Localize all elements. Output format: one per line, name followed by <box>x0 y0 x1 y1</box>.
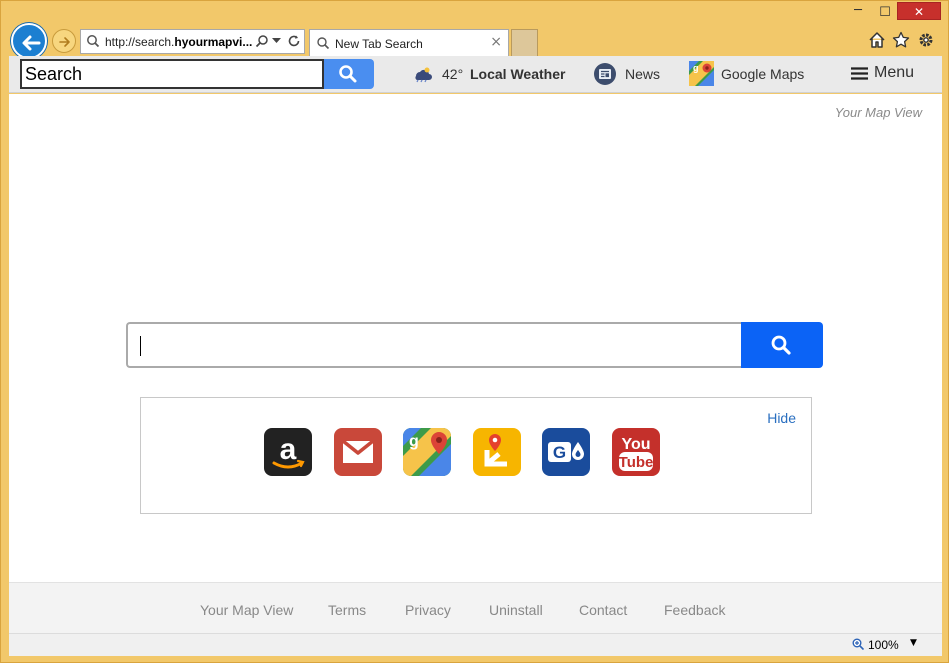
new-tab-button[interactable] <box>511 29 538 56</box>
gear-icon[interactable] <box>917 31 935 49</box>
svg-text:You: You <box>621 436 650 453</box>
search-icon <box>317 37 330 50</box>
main-search-input[interactable] <box>126 322 742 368</box>
hamburger-icon <box>851 67 868 80</box>
google-maps-icon[interactable]: g <box>403 428 451 476</box>
close-tab-icon[interactable]: × <box>490 34 502 50</box>
extension-toolbar: Search 42° Local Weather News g Google M… <box>9 56 942 93</box>
star-icon[interactable] <box>892 31 910 49</box>
main-search-button[interactable] <box>741 322 823 368</box>
zoom-dropdown-icon[interactable]: ▼ <box>910 638 917 648</box>
shortcut-panel: Hide a g G You Tube <box>140 397 812 514</box>
svg-text:G: G <box>553 443 566 462</box>
svg-text:Tube: Tube <box>619 454 654 471</box>
weather-icon <box>415 67 432 83</box>
arrow-right-icon <box>59 37 70 47</box>
page-footer: Your Map View Terms Privacy Uninstall Co… <box>9 582 942 634</box>
footer-link-your-map-view[interactable]: Your Map View <box>200 602 293 618</box>
search-icon <box>771 335 791 355</box>
hide-link[interactable]: Hide <box>767 410 796 426</box>
text-caret <box>140 336 141 356</box>
refresh-icon[interactable] <box>287 34 301 48</box>
footer-link-uninstall[interactable]: Uninstall <box>489 602 543 618</box>
footer-link-privacy[interactable]: Privacy <box>405 602 451 618</box>
footer-link-contact[interactable]: Contact <box>579 602 627 618</box>
address-bar[interactable]: http://search.hyourmapvi... <box>80 29 305 54</box>
zoom-level[interactable]: 100% <box>868 638 899 652</box>
browser-window: ─ ☐ ✕ http://search.hyourmapvi... New Ta… <box>0 0 949 663</box>
minimize-button[interactable]: ─ <box>849 3 867 18</box>
page-icon <box>87 35 100 48</box>
arrow-left-icon <box>22 35 41 51</box>
footer-link-terms[interactable]: Terms <box>328 602 366 618</box>
footer-link-feedback[interactable]: Feedback <box>664 602 725 618</box>
svg-text:g: g <box>409 433 419 450</box>
gmail-icon[interactable] <box>334 428 382 476</box>
search-icon <box>339 65 357 83</box>
weather-label: Local Weather <box>470 66 566 82</box>
youtube-icon[interactable]: You Tube <box>612 428 660 476</box>
directions-icon[interactable] <box>473 428 521 476</box>
status-bar: 100% ▼ <box>9 634 942 656</box>
search-icon[interactable] <box>255 34 269 48</box>
google-maps-icon: g <box>689 61 714 86</box>
google-maps-label: Google Maps <box>721 66 805 82</box>
page-content: Your Map View Hide a g G You Tube <box>9 94 942 582</box>
maximize-button[interactable]: ☐ <box>877 5 893 20</box>
chevron-down-icon[interactable] <box>272 38 281 44</box>
toolbar-search-button[interactable] <box>324 59 374 89</box>
svg-text:a: a <box>280 433 297 466</box>
url-text: http://search.hyourmapvi... <box>105 35 253 49</box>
svg-text:g: g <box>693 63 699 73</box>
amazon-icon[interactable]: a <box>264 428 312 476</box>
news-icon <box>594 63 616 85</box>
tab-new-tab-search[interactable]: New Tab Search × <box>309 29 509 56</box>
toolbar-search-input[interactable]: Search <box>20 59 324 89</box>
menu-label: Menu <box>874 64 915 81</box>
zoom-icon[interactable] <box>852 638 864 650</box>
tab-label: New Tab Search <box>335 37 423 51</box>
gasbuddy-icon[interactable]: G <box>542 428 590 476</box>
back-button[interactable] <box>11 23 47 59</box>
brand-label: Your Map View <box>834 105 922 120</box>
news-label: News <box>625 66 661 82</box>
weather-temp: 42° <box>442 66 464 82</box>
forward-button[interactable] <box>52 29 76 53</box>
home-icon[interactable] <box>868 31 886 49</box>
close-window-button[interactable]: ✕ <box>897 2 941 20</box>
